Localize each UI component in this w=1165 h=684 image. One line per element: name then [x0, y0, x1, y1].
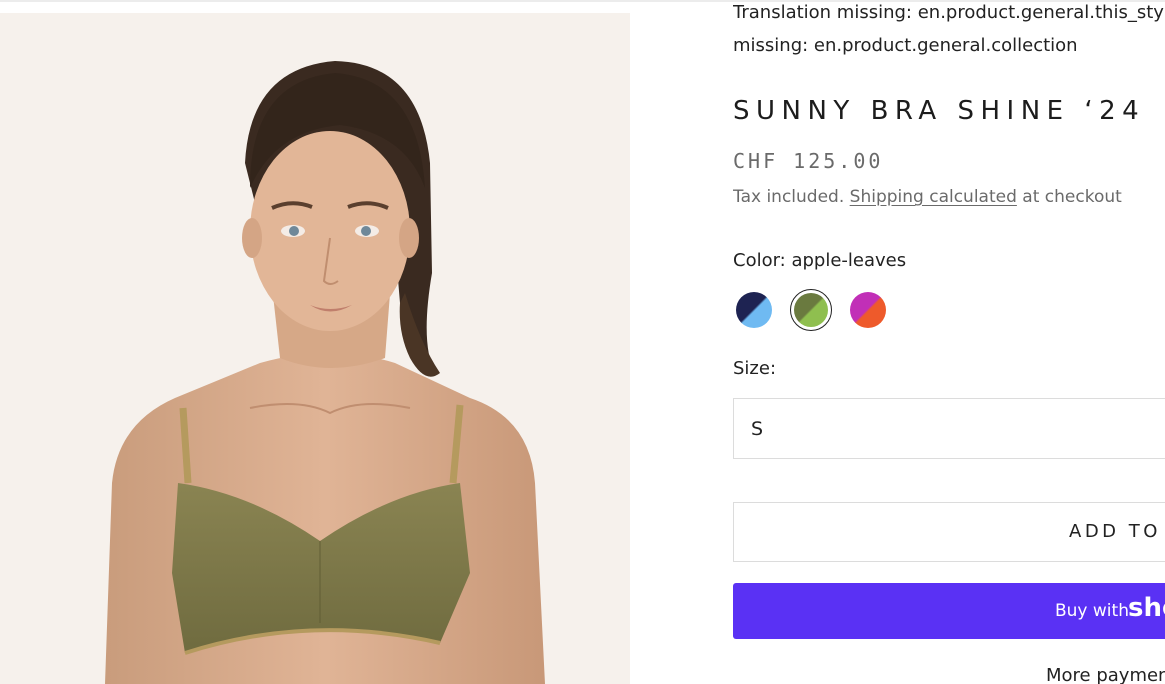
- product-price: CHF 125.00: [733, 149, 884, 173]
- tax-note: Tax included. Shipping calculated at che…: [733, 187, 1122, 207]
- product-image[interactable]: [0, 13, 630, 684]
- product-title: SUNNY BRA SHINE ‘24: [733, 96, 1146, 126]
- swatch-navy-sky-fill: [736, 292, 772, 328]
- shop-logo: shop: [1128, 593, 1165, 623]
- translation-notice: Translation missing: en.product.general.…: [733, 0, 1165, 62]
- size-select[interactable]: S: [733, 398, 1165, 459]
- buy-with-text: Buy with: [1055, 601, 1129, 621]
- swatch-apple-leaves-fill: [794, 293, 828, 327]
- size-label: Size:: [733, 358, 777, 379]
- product-photo: [105, 61, 545, 684]
- color-label: Color: apple-leaves: [733, 250, 907, 271]
- size-select-value: S: [751, 418, 764, 440]
- notice-line-2: missing: en.product.general.collection: [733, 35, 1078, 56]
- shop-pay-button[interactable]: Buy with shop: [733, 583, 1165, 639]
- tax-suffix: at checkout: [1022, 187, 1122, 207]
- add-to-cart-button[interactable]: ADD TO CART: [733, 502, 1165, 562]
- tax-prefix: Tax included.: [733, 187, 845, 207]
- shipping-link[interactable]: Shipping calculated: [850, 187, 1017, 207]
- color-swatches: [733, 289, 933, 333]
- more-payment-options-link[interactable]: More payment options: [1046, 665, 1165, 684]
- notice-line-1: Translation missing: en.product.general.…: [733, 2, 1165, 23]
- swatch-apple-leaves[interactable]: [790, 289, 832, 331]
- swatch-magenta-orange-fill: [850, 292, 886, 328]
- swatch-magenta-orange[interactable]: [847, 289, 889, 331]
- product-info: Translation missing: en.product.general.…: [733, 0, 1165, 684]
- swatch-navy-sky[interactable]: [733, 289, 775, 331]
- add-to-cart-label: ADD TO CART: [1069, 521, 1165, 542]
